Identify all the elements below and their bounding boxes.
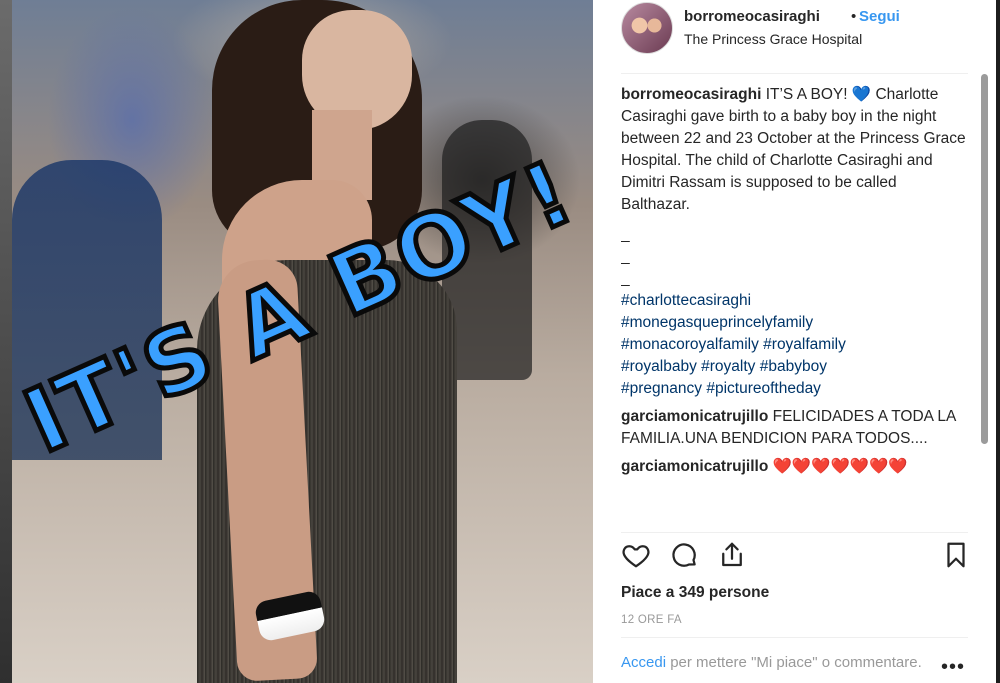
post-side-panel: borromeocasiraghi • Segui The Princess G…: [593, 0, 996, 683]
caption-username[interactable]: borromeocasiraghi: [621, 86, 761, 103]
hashtag-link[interactable]: #royalfamily: [763, 336, 846, 353]
dash: _: [621, 270, 630, 287]
caption-dashes: _ _ _: [621, 224, 966, 290]
location-link[interactable]: The Princess Grace Hospital: [684, 31, 862, 47]
hashtag-link[interactable]: #royalty: [701, 358, 755, 375]
hashtag-link[interactable]: #babyboy: [760, 358, 827, 375]
scrollbar-thumb[interactable]: [981, 74, 988, 444]
scrollbar[interactable]: [981, 74, 989, 534]
hashtag-link[interactable]: #pictureoftheday: [706, 380, 821, 397]
caption-text: IT’S A BOY! 💙 Charlotte Casiraghi gave b…: [621, 86, 966, 213]
hashtag-link[interactable]: #royalbaby: [621, 358, 697, 375]
comment-username[interactable]: garciamonicatrujillo: [621, 408, 768, 425]
login-link[interactable]: Accedi: [621, 654, 666, 671]
caption: borromeocasiraghi IT’S A BOY! 💙 Charlott…: [621, 84, 966, 216]
hashtag-link[interactable]: #monacoroyalfamily: [621, 336, 759, 353]
follow-button[interactable]: Segui: [859, 8, 900, 25]
login-prompt: Accedi per mettere "Mi piace" o commenta…: [621, 652, 941, 674]
hashtags: #charlottecasiraghi #monegasqueprincelyf…: [621, 290, 966, 400]
bookmark-icon[interactable]: [941, 540, 973, 572]
likes-count[interactable]: Piace a 349 persone: [621, 584, 769, 602]
hashtag-link[interactable]: #pregnancy: [621, 380, 702, 397]
actions-divider: [621, 532, 968, 533]
comment-text: ❤️❤️❤️❤️❤️❤️❤️: [772, 458, 908, 475]
share-icon[interactable]: [717, 540, 749, 572]
login-prompt-text: per mettere "Mi piace" o commentare.: [666, 654, 922, 671]
post-header: borromeocasiraghi • Segui The Princess G…: [593, 0, 996, 72]
post-image[interactable]: IT'S A BOY!: [12, 0, 593, 683]
comments-scroll-area[interactable]: borromeocasiraghi IT’S A BOY! 💙 Charlott…: [621, 84, 966, 530]
post-actions: [621, 540, 968, 576]
author-avatar[interactable]: [621, 2, 673, 54]
comment-icon[interactable]: [669, 540, 701, 572]
background-window-edge-right: [996, 0, 1000, 683]
post-timestamp[interactable]: 12 ORE FA: [621, 614, 682, 626]
hashtag-link[interactable]: #monegasqueprincelyfamily: [621, 314, 813, 331]
dash: _: [621, 226, 630, 243]
separator-dot: •: [851, 8, 857, 25]
more-options-icon[interactable]: •••: [941, 656, 965, 679]
login-divider: [621, 637, 968, 638]
author-username[interactable]: borromeocasiraghi: [684, 8, 820, 25]
background-window-edge: [0, 0, 12, 683]
dash: _: [621, 248, 630, 265]
comment-username[interactable]: garciamonicatrujillo: [621, 458, 768, 475]
hashtag-link[interactable]: #charlottecasiraghi: [621, 292, 751, 309]
comment: garciamonicatrujillo FELICIDADES A TODA …: [621, 406, 966, 450]
comment: garciamonicatrujillo ❤️❤️❤️❤️❤️❤️❤️: [621, 456, 966, 478]
heart-icon[interactable]: [621, 540, 653, 572]
header-divider: [621, 73, 968, 74]
